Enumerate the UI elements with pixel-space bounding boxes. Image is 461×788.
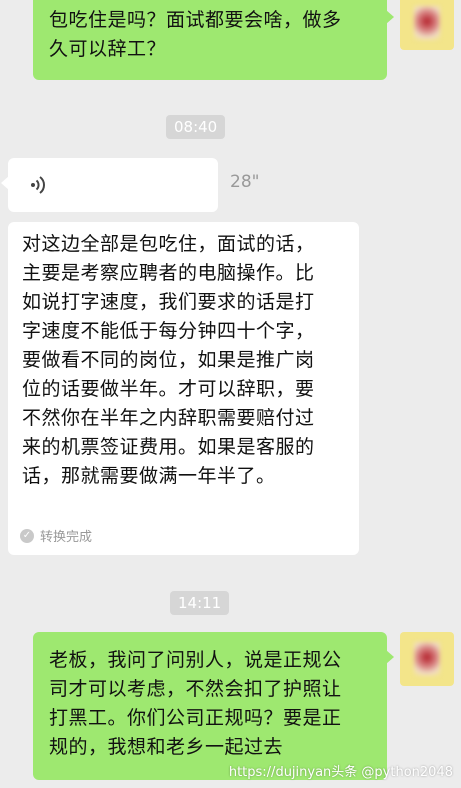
voice-duration: 28" xyxy=(230,172,260,192)
avatar-image xyxy=(414,642,440,676)
bubble-tail xyxy=(386,650,394,664)
sent-message-text: 老板，我问了问别人，说是正规公 司才可以考虑，不然会扣了护照让 打黑工。你们公司… xyxy=(49,649,342,758)
sent-message-text: 包吃住是吗？面试都要会啥，做多 久可以辞工？ xyxy=(49,9,342,60)
sent-message-bubble[interactable]: 老板，我问了问别人，说是正规公 司才可以考虑，不然会扣了护照让 打黑工。你们公司… xyxy=(33,632,394,780)
bubble-tail xyxy=(386,10,394,24)
conversion-status-label: 转换完成 xyxy=(40,530,93,545)
check-icon: ✓ xyxy=(20,528,34,543)
timestamp: 14:11 xyxy=(170,591,230,615)
user-avatar[interactable] xyxy=(400,0,454,50)
sent-message-bubble[interactable]: 包吃住是吗？面试都要会啥，做多 久可以辞工？ xyxy=(33,0,394,80)
timestamp: 08:40 xyxy=(166,115,226,139)
conversion-status: ✓ 转换完成 xyxy=(20,526,92,545)
watermark: https://dujinyan头条 @python2048 xyxy=(228,765,453,780)
bubble-tail xyxy=(1,176,9,190)
avatar-image xyxy=(414,6,440,40)
voice-wave-icon xyxy=(31,176,45,194)
transcribed-message-text: 对这边全部是包吃住，面试的话， 主要是考察应聘者的电脑操作。比 如说打字速度，我… xyxy=(22,233,315,487)
user-avatar[interactable] xyxy=(400,632,454,686)
voice-message-bubble[interactable] xyxy=(1,158,218,212)
transcribed-message-bubble[interactable]: 对这边全部是包吃住，面试的话， 主要是考察应聘者的电脑操作。比 如说打字速度，我… xyxy=(8,222,359,555)
